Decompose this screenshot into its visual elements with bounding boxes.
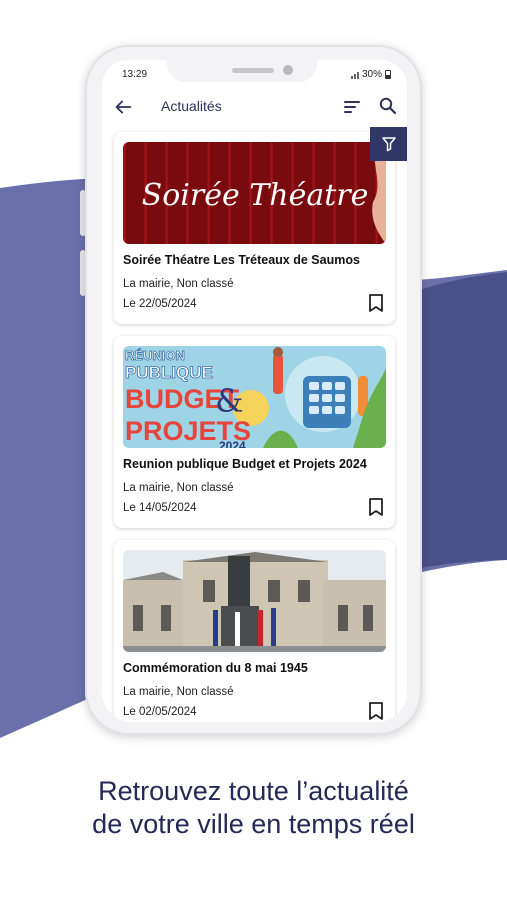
article-title: Soirée Théatre Les Tréteaux de Saumos bbox=[123, 253, 360, 267]
bookmark-icon[interactable] bbox=[368, 294, 384, 312]
filter-icon bbox=[381, 137, 396, 152]
status-bar: 13:29 30% bbox=[122, 69, 391, 83]
news-card[interactable]: Commémoration du 8 mai 1945 La mairie, N… bbox=[114, 540, 395, 722]
article-date: Le 22/05/2024 bbox=[123, 298, 197, 310]
app-bar: Actualités bbox=[102, 90, 407, 124]
caption-line-2: de votre ville en temps réel bbox=[92, 809, 415, 839]
battery-icon bbox=[385, 70, 391, 79]
bookmark-icon[interactable] bbox=[368, 702, 384, 720]
search-icon[interactable] bbox=[378, 96, 398, 116]
image-text-ampersand: & bbox=[215, 382, 243, 420]
image-text-publique: PUBLIQUE bbox=[125, 363, 213, 382]
article-category: La mairie, Non classé bbox=[123, 278, 234, 290]
filter-button[interactable] bbox=[370, 127, 407, 161]
arrow-left-icon[interactable] bbox=[112, 96, 134, 118]
phone-screen: 13:29 30% Actualités Soirée Théatre Soir… bbox=[102, 60, 407, 722]
news-card[interactable]: Soirée Théatre Soirée Théatre Les Trétea… bbox=[114, 132, 395, 324]
image-text-reunion: RÉUNION bbox=[125, 348, 185, 363]
article-image-budget: RÉUNION PUBLIQUE BUDGET & PROJETS 2024 bbox=[123, 346, 386, 448]
news-card[interactable]: RÉUNION PUBLIQUE BUDGET & PROJETS 2024 R… bbox=[114, 336, 395, 528]
page-title: Actualités bbox=[161, 98, 222, 114]
article-image-commemoration bbox=[123, 550, 386, 652]
sort-icon[interactable] bbox=[342, 97, 362, 117]
battery-level: 30% bbox=[361, 69, 382, 80]
article-image-title: Soirée Théatre bbox=[142, 178, 369, 213]
image-text-year: 2024 bbox=[219, 439, 246, 448]
bookmark-icon[interactable] bbox=[368, 498, 384, 516]
article-date: Le 14/05/2024 bbox=[123, 502, 197, 514]
article-category: La mairie, Non classé bbox=[123, 482, 234, 494]
signal-icon bbox=[350, 71, 359, 79]
article-category: La mairie, Non classé bbox=[123, 686, 234, 698]
promo-caption: Retrouvez toute l’actualité de votre vil… bbox=[0, 775, 507, 841]
article-date: Le 02/05/2024 bbox=[123, 706, 197, 718]
status-time: 13:29 bbox=[122, 69, 148, 80]
article-title: Reunion publique Budget et Projets 2024 bbox=[123, 457, 367, 471]
article-image-theatre: Soirée Théatre bbox=[123, 142, 386, 244]
caption-line-1: Retrouvez toute l’actualité bbox=[98, 776, 409, 806]
article-title: Commémoration du 8 mai 1945 bbox=[123, 661, 308, 675]
